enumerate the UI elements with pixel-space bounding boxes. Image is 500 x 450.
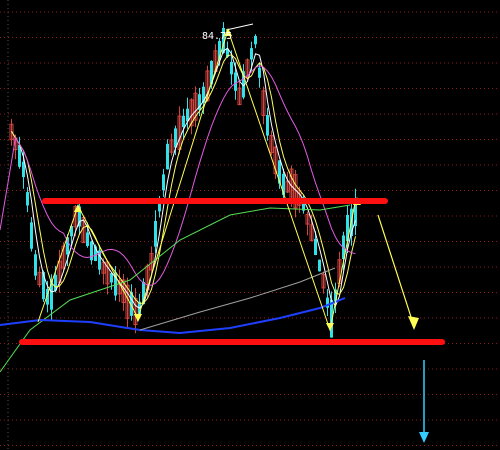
candle: [30, 217, 33, 252]
candle: [242, 64, 245, 100]
candle-body: [154, 221, 157, 247]
candles: [9, 22, 357, 338]
candle: [110, 272, 113, 290]
candle: [354, 188, 357, 236]
candle-body: [182, 115, 185, 127]
candle-body: [162, 174, 165, 191]
candle: [154, 210, 157, 254]
candle: [305, 211, 310, 236]
candle: [18, 136, 21, 169]
candle-body: [318, 259, 321, 272]
candle: [261, 86, 266, 125]
candle: [169, 133, 174, 156]
candle: [258, 64, 261, 88]
peak-tick: [225, 23, 254, 31]
candle: [90, 240, 93, 265]
candle-body: [314, 238, 317, 255]
candle-body: [86, 232, 89, 246]
projection-head: [408, 316, 419, 330]
ma-very-slow-line: [139, 267, 336, 331]
candle: [237, 80, 242, 106]
candle: [193, 86, 198, 127]
candle-body: [166, 143, 169, 170]
candle: [37, 266, 42, 288]
candle: [34, 250, 37, 280]
candle: [130, 284, 133, 321]
candle-body: [34, 254, 37, 276]
zigzag-line: [37, 28, 356, 332]
candle: [125, 277, 130, 329]
candle-body: [26, 192, 29, 206]
peak-price-label: 84.75: [202, 31, 232, 42]
candle-body: [258, 67, 261, 78]
zigzag-pattern: [37, 23, 361, 332]
candle: [266, 107, 269, 141]
candle: [326, 289, 329, 316]
candle-body: [250, 48, 253, 60]
candle-body: [90, 241, 93, 261]
forecast-arrow: [419, 360, 429, 443]
candle: [321, 271, 326, 294]
candle: [269, 130, 274, 156]
candle: [318, 259, 321, 272]
candlestick-chart: 84.75: [0, 0, 500, 450]
candle-body: [266, 115, 269, 136]
chart-canvas: 84.75: [0, 0, 500, 450]
candle: [182, 108, 185, 139]
ma-long-line: [0, 65, 356, 286]
candle-body: [30, 222, 33, 249]
candle-body: [254, 36, 257, 45]
candle: [293, 170, 298, 218]
candle-body: [230, 61, 233, 75]
candle: [166, 139, 169, 170]
projection-shaft: [377, 214, 413, 321]
forecast-head: [419, 432, 429, 443]
candle-body: [234, 72, 237, 91]
projection-arrow: [377, 214, 419, 330]
candle: [254, 34, 257, 49]
candle: [162, 168, 165, 197]
